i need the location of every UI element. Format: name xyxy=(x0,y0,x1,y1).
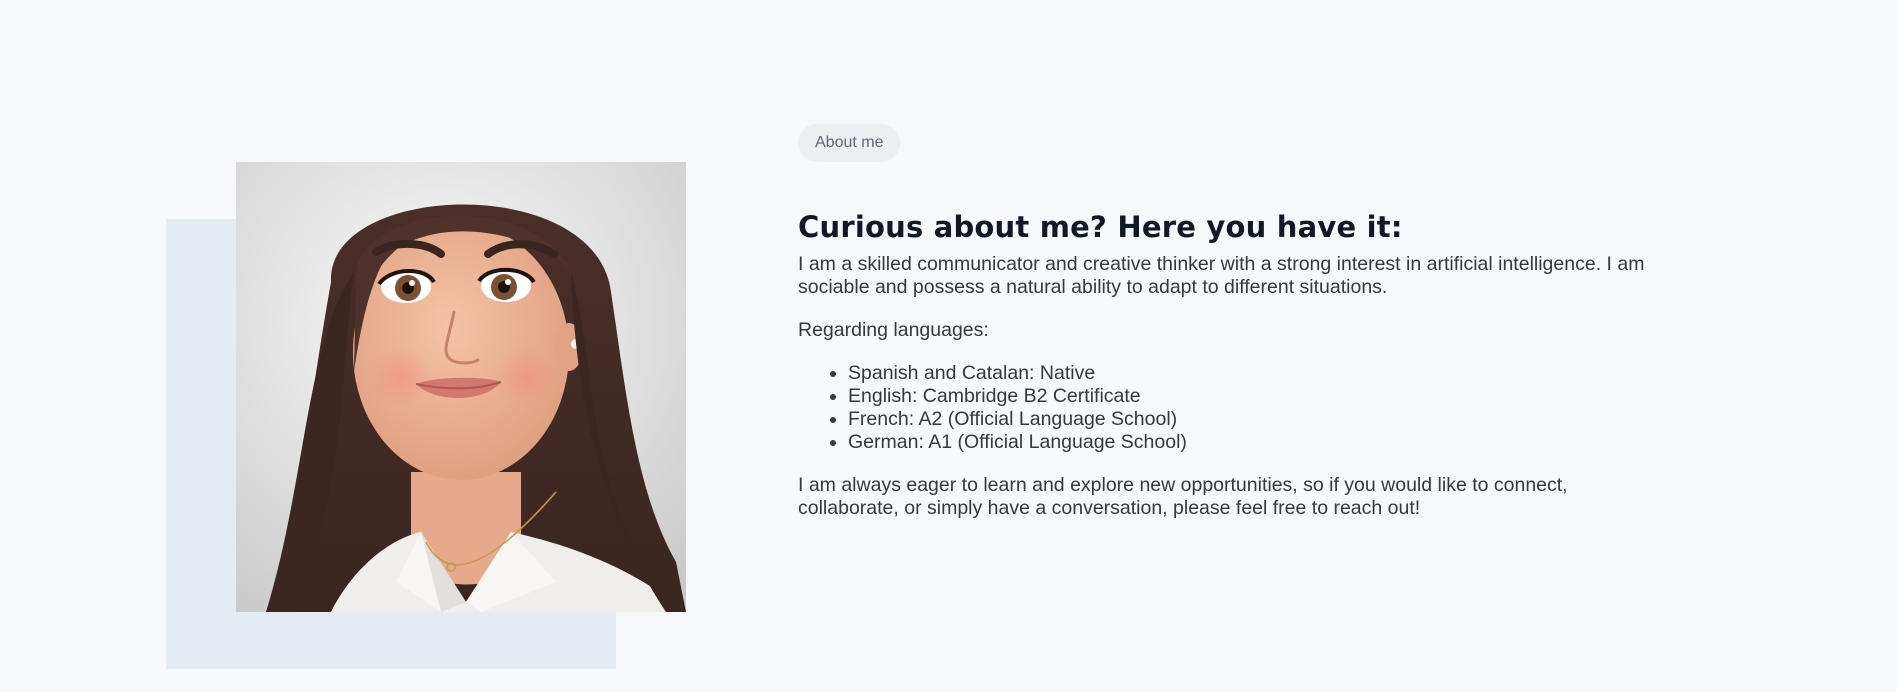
list-item: English: Cambridge B2 Certificate xyxy=(848,385,1648,408)
profile-portrait-illustration xyxy=(236,162,686,612)
list-item: German: A1 (Official Language School) xyxy=(848,431,1648,454)
languages-list: Spanish and Catalan: Native English: Cam… xyxy=(798,362,1648,454)
languages-intro: Regarding languages: xyxy=(798,319,989,341)
about-section: About me Curious about me? Here you have… xyxy=(798,124,1648,520)
list-item: French: A2 (Official Language School) xyxy=(848,408,1648,431)
intro-paragraph: I am a skilled communicator and creative… xyxy=(798,253,1645,298)
profile-portrait xyxy=(236,162,686,612)
section-heading: Curious about me? Here you have it: xyxy=(798,210,1403,244)
about-me-badge: About me xyxy=(798,124,901,162)
outro-paragraph: I am always eager to learn and explore n… xyxy=(798,474,1568,519)
list-item: Spanish and Catalan: Native xyxy=(848,362,1648,385)
